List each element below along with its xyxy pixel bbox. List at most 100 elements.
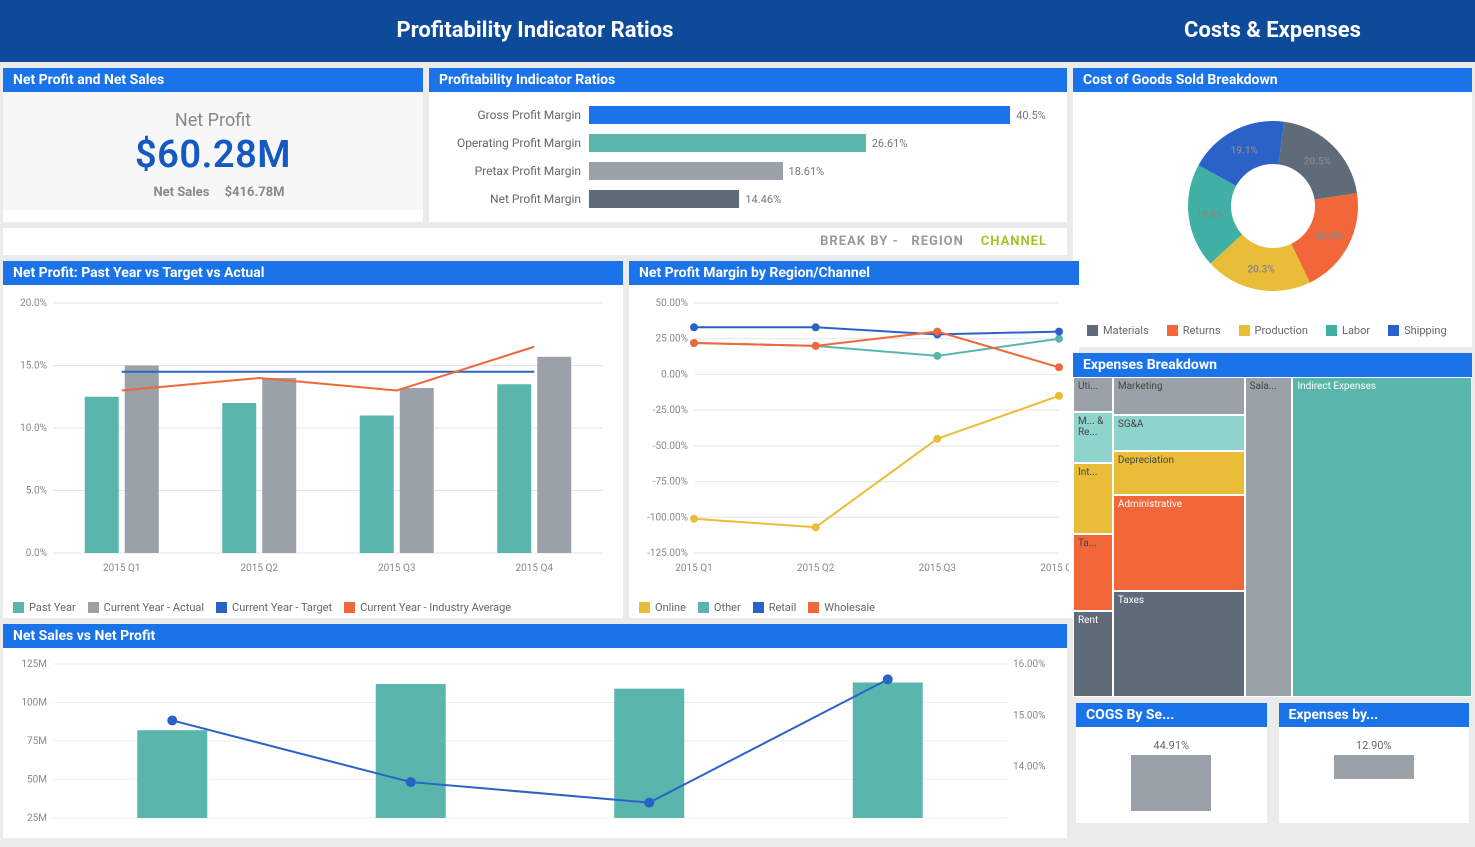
cogs-mini-val: 44.91% xyxy=(1131,739,1211,752)
svg-text:15.00%: 15.00% xyxy=(1013,710,1045,721)
hbar-fill xyxy=(589,106,1010,124)
kpi-value: $60.28M xyxy=(13,133,413,177)
treemap-cell: Marketing xyxy=(1113,377,1245,415)
legend-item: Shipping xyxy=(1388,324,1447,337)
svg-text:10.0%: 10.0% xyxy=(20,423,47,434)
treemap-cell: Administrative xyxy=(1113,495,1245,591)
legend-item: Past Year xyxy=(13,601,76,614)
svg-text:2015 Q3: 2015 Q3 xyxy=(378,563,415,574)
hbar-label: Gross Profit Margin xyxy=(439,108,589,122)
panel-title: COGS By Se... xyxy=(1076,703,1267,727)
panel-title: Net Profit Margin by Region/Channel xyxy=(629,261,1079,285)
svg-text:25M: 25M xyxy=(27,813,47,824)
svg-text:75M: 75M xyxy=(27,736,47,747)
break-by-channel[interactable]: CHANNEL xyxy=(981,234,1047,249)
break-by-label: BREAK BY - xyxy=(820,234,899,249)
kpi-title: Net Profit xyxy=(13,110,413,131)
exp-mini-bar: 12.90% xyxy=(1334,755,1414,779)
chart-net-sales-profit: 25M50M75M100M125M14.00%15.00%16.00% xyxy=(13,656,1057,826)
header-costs: Costs & Expenses xyxy=(1070,0,1475,62)
break-by-region[interactable]: REGION xyxy=(911,234,963,249)
panel-margin-channel: Net Profit Margin by Region/Channel -125… xyxy=(629,261,1079,618)
exp-mini-val: 12.90% xyxy=(1334,739,1414,752)
hbar-val: 18.61% xyxy=(789,165,825,178)
panel-past-vs-target: Net Profit: Past Year vs Target vs Actua… xyxy=(3,261,623,618)
svg-text:15.0%: 15.0% xyxy=(20,361,47,372)
legend-item: Online xyxy=(639,601,686,614)
svg-text:19.1%: 19.1% xyxy=(1230,145,1257,156)
legend-item: Production xyxy=(1239,324,1308,337)
panel-title: Expenses Breakdown xyxy=(1073,353,1472,377)
treemap-cell: Taxes xyxy=(1113,591,1245,697)
treemap-cell: Int... xyxy=(1073,463,1113,533)
hbar-label: Net Profit Margin xyxy=(439,192,589,206)
svg-text:20.0%: 20.0% xyxy=(20,298,47,309)
svg-text:0.0%: 0.0% xyxy=(26,548,47,559)
panel-cogs-by-segment: COGS By Se... 44.91% xyxy=(1076,703,1267,823)
profit-ratio-bars: Gross Profit Margin 40.5% Operating Profi… xyxy=(429,92,1067,222)
panel-title: Profitability Indicator Ratios xyxy=(429,68,1067,92)
chart-expenses-treemap: Uti...M... & Re...Int...Ta...Rent Marketi… xyxy=(1073,377,1472,697)
svg-text:2015 Q1: 2015 Q1 xyxy=(103,563,140,574)
svg-text:100M: 100M xyxy=(21,698,47,709)
treemap-cell: Indirect Expenses xyxy=(1292,377,1472,697)
treemap-cell: Depreciation xyxy=(1113,451,1245,496)
hbar-label: Pretax Profit Margin xyxy=(439,164,589,178)
svg-text:16.00%: 16.00% xyxy=(1013,659,1045,670)
treemap-cell: Sala... xyxy=(1245,377,1293,697)
break-by-toggle[interactable]: BREAK BY - REGION CHANNEL xyxy=(3,228,1067,255)
panel-title: Cost of Goods Sold Breakdown xyxy=(1073,68,1472,92)
header-profitability: Profitability Indicator Ratios xyxy=(0,0,1070,62)
svg-text:20.3%: 20.3% xyxy=(1315,232,1342,243)
svg-text:2015 Q2: 2015 Q2 xyxy=(241,563,279,574)
kpi-sub: Net Sales $416.78M xyxy=(13,185,413,200)
svg-text:14.00%: 14.00% xyxy=(1013,762,1045,773)
chart-cogs-donut: 20.5% 20.3% 20.3% 19.8% 19.1% xyxy=(1163,106,1383,306)
treemap-cell: M... & Re... xyxy=(1073,412,1113,463)
legend-item: Materials xyxy=(1087,324,1149,337)
svg-text:2015 Q4: 2015 Q4 xyxy=(516,563,554,574)
hbar-val: 14.46% xyxy=(745,193,781,206)
svg-text:5.0%: 5.0% xyxy=(26,486,47,497)
svg-text:-50.00%: -50.00% xyxy=(653,441,688,452)
panel-net-profit-sales: Net Profit and Net Sales Net Profit $60.… xyxy=(3,68,423,222)
panel-expenses-breakdown: Expenses Breakdown Uti...M... & Re...Int… xyxy=(1073,353,1472,697)
svg-text:25.00%: 25.00% xyxy=(656,334,688,345)
panel-title: Net Sales vs Net Profit xyxy=(3,624,1067,648)
treemap-cell: SG&A xyxy=(1113,415,1245,450)
hbar-fill xyxy=(589,134,866,152)
kpi-sub-value: $416.78M xyxy=(225,185,285,200)
legend-item: Current Year - Industry Average xyxy=(344,601,511,614)
svg-text:20.5%: 20.5% xyxy=(1303,157,1330,168)
legend-item: Wholesale xyxy=(808,601,875,614)
panel-title: Net Profit: Past Year vs Target vs Actua… xyxy=(3,261,623,285)
svg-text:-75.00%: -75.00% xyxy=(653,477,688,488)
treemap-cell: Rent xyxy=(1073,611,1113,697)
legend-item: Retail xyxy=(753,601,797,614)
legend-item: Current Year - Target xyxy=(216,601,332,614)
panel-title: Expenses by... xyxy=(1279,703,1470,727)
panel-net-sales-profit: Net Sales vs Net Profit 25M50M75M100M125… xyxy=(3,624,1067,838)
panel-expenses-by: Expenses by... 12.90% xyxy=(1279,703,1470,823)
legend-item: Returns xyxy=(1167,324,1221,337)
panel-cogs-breakdown: Cost of Goods Sold Breakdown 20.5%20.3%2… xyxy=(1073,68,1472,347)
hbar-val: 40.5% xyxy=(1016,109,1046,122)
cogs-mini-bar: 44.91% xyxy=(1131,755,1211,811)
hbar-fill xyxy=(589,190,739,208)
treemap-cell: Uti... xyxy=(1073,377,1113,412)
kpi-sub-label: Net Sales xyxy=(153,185,209,200)
svg-text:20.3%: 20.3% xyxy=(1247,264,1274,275)
svg-text:2015 Q4: 2015 Q4 xyxy=(1040,563,1069,574)
svg-text:-125.00%: -125.00% xyxy=(647,548,688,559)
svg-text:50.00%: 50.00% xyxy=(656,298,688,309)
treemap-cell: Ta... xyxy=(1073,534,1113,611)
svg-text:-25.00%: -25.00% xyxy=(653,405,688,416)
svg-text:2015 Q2: 2015 Q2 xyxy=(797,563,835,574)
hbar-val: 26.61% xyxy=(872,137,908,150)
svg-text:19.8%: 19.8% xyxy=(1196,210,1223,221)
panel-title: Net Profit and Net Sales xyxy=(3,68,423,92)
legend-item: Labor xyxy=(1326,324,1370,337)
hbar-label: Operating Profit Margin xyxy=(439,136,589,150)
chart-margin-channel: -125.00%-100.00%-75.00%-50.00%-25.00%0.0… xyxy=(639,293,1069,583)
legend-item: Other xyxy=(698,601,741,614)
